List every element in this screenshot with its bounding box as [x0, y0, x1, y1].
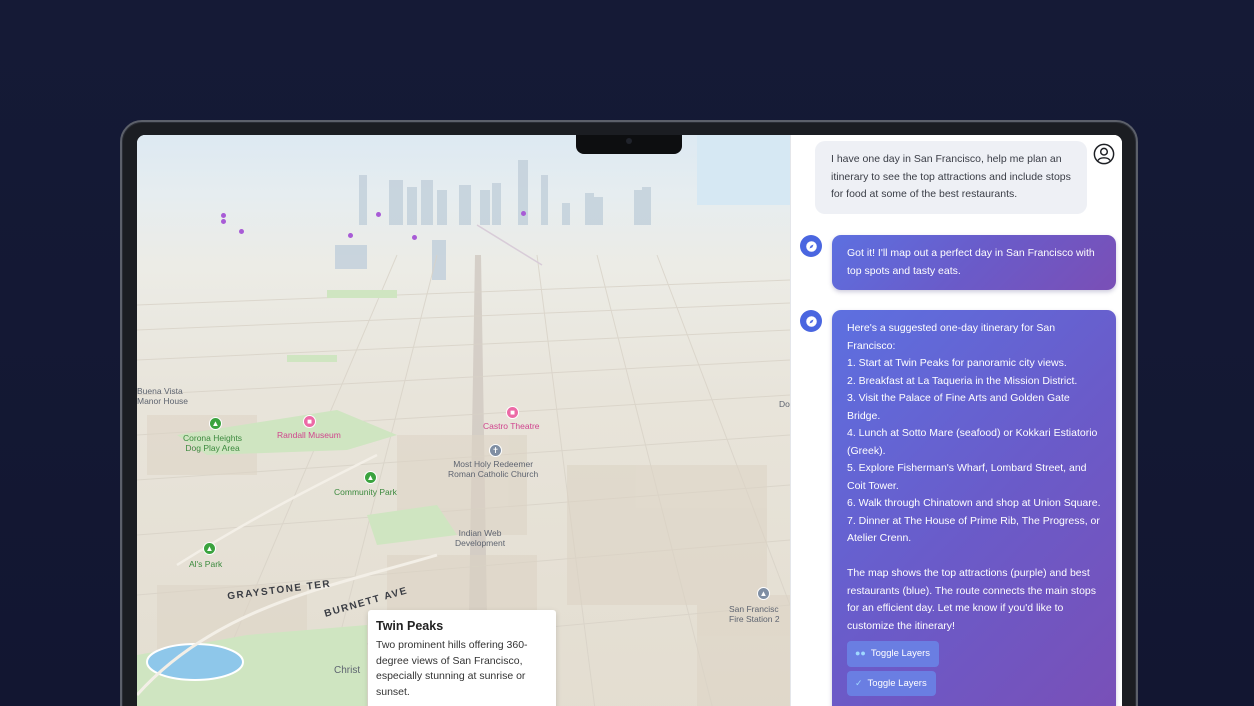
attraction-marker[interactable] — [521, 211, 526, 216]
tree-icon[interactable]: ▲ — [209, 417, 222, 430]
assistant-avatar — [800, 310, 822, 332]
poi-indian-web[interactable]: Indian Web Development — [455, 528, 505, 548]
poi-label: Christ — [334, 665, 361, 676]
tree-icon[interactable]: ▲ — [364, 471, 377, 484]
camera-notch — [576, 135, 682, 154]
attraction-marker[interactable] — [239, 229, 244, 234]
assistant-itinerary-message: Here's a suggested one-day itinerary for… — [832, 310, 1116, 706]
map-view[interactable]: Buena Vista Manor House ▲ Corona Heights… — [137, 135, 790, 706]
poi-most-holy-redeemer[interactable]: Most Holy Redeemer Roman Catholic Church — [448, 459, 538, 479]
theatre-icon[interactable]: ■ — [506, 406, 519, 419]
poi-sf-fire-station[interactable]: San Francisc Fire Station 2 — [729, 604, 780, 624]
itinerary-step: 2. Breakfast at La Taqueria in the Missi… — [847, 374, 1078, 387]
app-screen: Buena Vista Manor House ▲ Corona Heights… — [137, 135, 1122, 706]
popup-description: Two prominent hills offering 360-degree … — [376, 639, 528, 698]
tree-icon[interactable]: ▲ — [203, 542, 216, 555]
church-icon[interactable]: ✝ — [489, 444, 502, 457]
poi-label: Al's Park — [189, 559, 223, 569]
poi-buena-vista[interactable]: Buena Vista Manor House — [137, 386, 188, 406]
user-message: I have one day in San Francisco, help me… — [815, 141, 1087, 214]
poi-do[interactable]: Do — [779, 399, 790, 409]
camera-icon — [626, 138, 632, 144]
poi-castro-theatre[interactable]: Castro Theatre — [483, 421, 540, 431]
poi-label: San Francisc Fire Station 2 — [729, 604, 780, 624]
poi-label: Randall Museum — [277, 430, 341, 440]
itinerary-intro: Here's a suggested one-day itinerary for… — [847, 322, 1056, 352]
itinerary-outro: The map shows the top attractions (purpl… — [847, 567, 1097, 632]
compass-icon — [805, 240, 817, 252]
attraction-marker[interactable] — [376, 212, 381, 217]
assistant-message-text: Got it! I'll map out a perfect day in Sa… — [847, 247, 1095, 277]
toggle-layers-button[interactable]: ●● Toggle Layers — [847, 641, 940, 667]
poi-label: Most Holy Redeemer Roman Catholic Church — [448, 459, 539, 479]
poi-corona-heights[interactable]: Corona Heights Dog Play Area — [183, 433, 242, 453]
itinerary-step: 5. Explore Fisherman's Wharf, Lombard St… — [847, 462, 1087, 492]
compass-icon — [805, 315, 817, 327]
attraction-marker[interactable] — [221, 219, 226, 224]
itinerary-step: 1. Start at Twin Peaks for panoramic cit… — [847, 357, 1067, 369]
poi-randall-museum[interactable]: Randall Museum — [277, 430, 341, 440]
poi-label: Buena Vista Manor House — [137, 386, 189, 406]
itinerary-step: 6. Walk through Chinatown and shop at Un… — [847, 497, 1101, 509]
poi-label: Corona Heights Dog Play Area — [183, 433, 243, 453]
attraction-marker[interactable] — [221, 213, 226, 218]
assistant-message: Got it! I'll map out a perfect day in Sa… — [832, 235, 1116, 290]
museum-icon[interactable]: ■ — [303, 415, 316, 428]
attraction-marker[interactable] — [412, 235, 417, 240]
checkmark-icon: ✓ — [855, 677, 863, 688]
poi-community-park[interactable]: Community Park — [334, 487, 397, 497]
map-popup[interactable]: Twin Peaks Two prominent hills offering … — [368, 610, 556, 706]
itinerary-step: 3. Visit the Palace of Fine Arts and Gol… — [847, 392, 1070, 422]
chat-panel: I have one day in San Francisco, help me… — [790, 135, 1122, 706]
toggle-layers-label: Toggle Layers — [870, 648, 931, 659]
toggle-layers-button[interactable]: ✓ Toggle Layers — [847, 670, 936, 696]
poi-label: Castro Theatre — [483, 421, 540, 431]
itinerary-step: 4. Lunch at Sotto Mare (seafood) or Kokk… — [847, 427, 1098, 457]
user-profile-icon[interactable] — [1093, 143, 1115, 165]
poi-label: Do — [779, 399, 790, 409]
poi-label: Community Park — [334, 487, 397, 497]
poi-christ[interactable]: Christ — [334, 666, 360, 676]
attraction-marker[interactable] — [348, 233, 353, 238]
layers-icon: ●● — [855, 648, 866, 658]
popup-title: Twin Peaks — [376, 619, 444, 633]
poi-als-park[interactable]: Al's Park — [189, 559, 222, 569]
poi-label: Indian Web Development — [455, 528, 506, 548]
fire-station-icon[interactable]: ▲ — [757, 587, 770, 600]
assistant-avatar — [800, 235, 822, 257]
toggle-layers-label: Toggle Layers — [867, 677, 927, 689]
itinerary-step: 7. Dinner at The House of Prime Rib, The… — [847, 514, 1100, 545]
